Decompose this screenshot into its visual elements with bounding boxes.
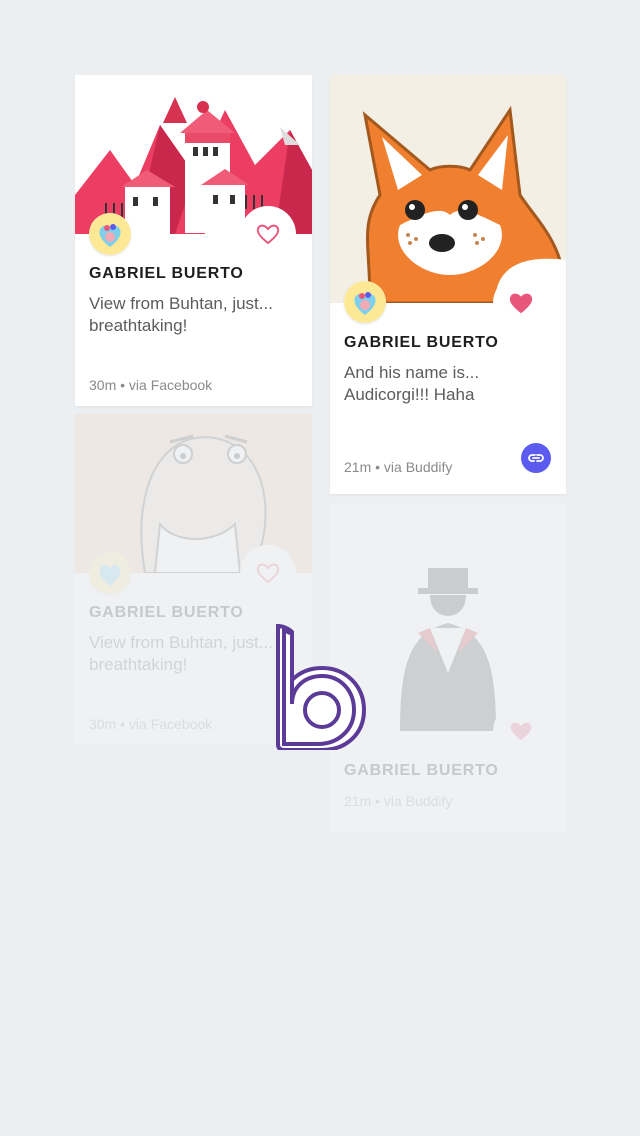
post-text: And his name is... Audicorgi!!! Haha — [344, 363, 480, 404]
like-button[interactable] — [493, 275, 549, 331]
author-name: GABRIEL BUERTO — [344, 762, 499, 779]
author-name: GABRIEL BUERTO — [89, 604, 244, 621]
author-name: GABRIEL BUERTO — [344, 334, 499, 351]
author-avatar[interactable] — [344, 281, 386, 323]
heart-filled-icon — [509, 293, 533, 314]
post-image-corgi[interactable] — [330, 75, 566, 303]
author-name: GABRIEL BUERTO — [89, 265, 244, 282]
post-text: View from Buhtan, just... breathtaking! — [89, 633, 273, 674]
post-meta: 30m • via Facebook — [89, 377, 213, 393]
link-icon — [528, 454, 544, 462]
heart-filled-icon — [510, 722, 532, 740]
post-card[interactable]: GABRIEL BUERTO And his name is... Audico… — [330, 75, 566, 494]
post-meta: 21m • via Buddify — [344, 459, 453, 475]
post-card[interactable]: GABRIEL BUERTO View from Buhtan, just...… — [75, 75, 312, 406]
author-avatar[interactable] — [89, 213, 131, 255]
like-button[interactable] — [240, 206, 296, 262]
share-link-button[interactable] — [521, 443, 551, 473]
post-meta: 21m • via Buddify — [344, 793, 453, 809]
post-text: View from Buhtan, just... breathtaking! — [89, 294, 273, 335]
post-meta: 30m • via Facebook — [89, 716, 213, 732]
heart-outline-icon — [256, 563, 280, 584]
buddify-logo: b — [270, 620, 370, 755]
like-button[interactable] — [240, 545, 296, 601]
like-button[interactable] — [493, 703, 549, 759]
logo-letter: b — [270, 620, 271, 621]
author-avatar[interactable] — [89, 552, 131, 594]
heart-outline-icon — [256, 224, 280, 245]
